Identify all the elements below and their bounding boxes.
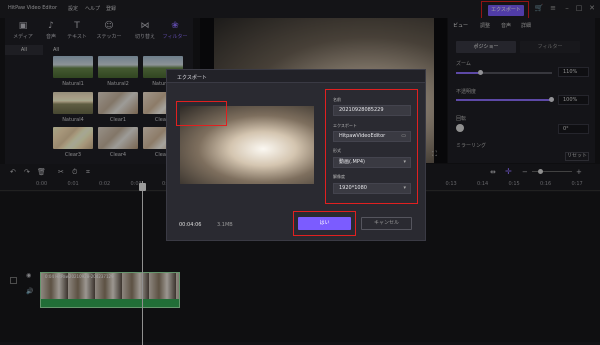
export-filesize: 3.1MB	[217, 222, 233, 228]
highlight-thumbnail	[176, 101, 227, 126]
export-duration: 00:04:06	[179, 222, 202, 228]
highlight-ok	[293, 211, 356, 236]
dialog-header: エクスポート	[167, 70, 425, 83]
dialog-title: エクスポート	[177, 75, 207, 81]
highlight-settings	[325, 89, 418, 204]
cancel-button[interactable]: キャンセル	[361, 217, 412, 230]
app-window: HitPaw Video Editor 設定 ヘルプ 登録 🛒 ≡ – □ ✕ …	[0, 0, 600, 345]
export-dialog: エクスポート 名前 20210928085229 エクスポート HitpawVi…	[166, 69, 426, 241]
